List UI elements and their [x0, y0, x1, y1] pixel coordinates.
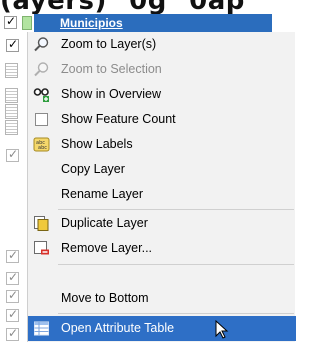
- layer-context-menu: Zoom to Layer(s) Zoom to Selection Show …: [27, 32, 296, 342]
- menu-item-move-to-bottom[interactable]: Move to Bottom: [28, 286, 296, 311]
- layer-name-label[interactable]: Municipios: [34, 14, 272, 32]
- menu-item-label: Zoom to Selection: [61, 62, 162, 76]
- layer-symbol-swatch: [22, 16, 32, 30]
- duplicate-layer-icon: [33, 215, 50, 232]
- tree-checkbox[interactable]: [6, 248, 19, 263]
- remove-layer-icon: [33, 240, 50, 257]
- mouse-pointer-icon: [215, 319, 229, 343]
- tree-checkbox[interactable]: [6, 326, 19, 341]
- menu-item-show-labels[interactable]: abc abc Show Labels: [28, 132, 296, 157]
- background-text-strip: (ayers)^0g^0ap: [0, 0, 295, 14]
- menu-item-zoom-to-selection[interactable]: Zoom to Selection: [28, 57, 296, 82]
- menu-item-label: Rename Layer: [61, 187, 143, 201]
- layer-visibility-checkbox[interactable]: [4, 14, 17, 29]
- menu-item-remove-layer[interactable]: Remove Layer...: [28, 236, 296, 261]
- menu-item-label: Remove Layer...: [61, 241, 153, 255]
- svg-text:abc: abc: [38, 145, 47, 151]
- menu-item-label: Show Feature Count: [61, 112, 176, 126]
- menu-item-label: Open Attribute Table: [61, 321, 175, 335]
- menu-item-label: Zoom to Layer(s): [61, 37, 157, 51]
- menu-item-show-in-overview[interactable]: Show in Overview: [28, 82, 296, 107]
- table-icon: [5, 120, 18, 135]
- menu-item-rename-layer[interactable]: Rename Layer: [28, 182, 296, 207]
- menu-item-open-attribute-table[interactable]: Open Attribute Table: [28, 316, 296, 341]
- table-icon: [5, 104, 18, 119]
- menu-item-label: Show in Overview: [61, 87, 162, 101]
- labels-icon: abc abc: [33, 136, 50, 153]
- magnifier-icon: [33, 36, 50, 53]
- tree-checkbox[interactable]: [6, 270, 19, 285]
- attribute-table-icon: [33, 320, 50, 337]
- table-icon: [5, 63, 18, 78]
- magnifier-icon: [33, 61, 50, 78]
- tree-checkbox[interactable]: [6, 37, 19, 52]
- menu-item-show-feature-count[interactable]: Show Feature Count: [28, 107, 296, 132]
- menu-item-label: Copy Layer: [61, 162, 125, 176]
- menu-item-duplicate-layer[interactable]: Duplicate Layer: [28, 211, 296, 236]
- background-text: (ayers)^0g^0ap: [0, 0, 245, 14]
- menu-separator: [58, 264, 294, 265]
- table-icon: [5, 88, 18, 103]
- menu-item-label: Duplicate Layer: [61, 216, 148, 230]
- menu-item-copy-layer[interactable]: Copy Layer: [28, 157, 296, 182]
- menu-separator: [58, 209, 294, 210]
- layer-tree-row-municipios[interactable]: Municipios: [0, 14, 295, 32]
- menu-item-zoom-to-layers[interactable]: Zoom to Layer(s): [28, 32, 296, 57]
- tree-checkbox[interactable]: [6, 307, 19, 322]
- menu-separator: [58, 313, 294, 314]
- menu-item-label: Move to Bottom: [61, 291, 149, 305]
- tree-checkbox[interactable]: [6, 288, 19, 303]
- menu-item-label: Show Labels: [61, 137, 133, 151]
- tree-checkbox[interactable]: [6, 147, 19, 162]
- overview-glasses-icon: [33, 86, 50, 103]
- checkbox-icon[interactable]: [35, 113, 48, 126]
